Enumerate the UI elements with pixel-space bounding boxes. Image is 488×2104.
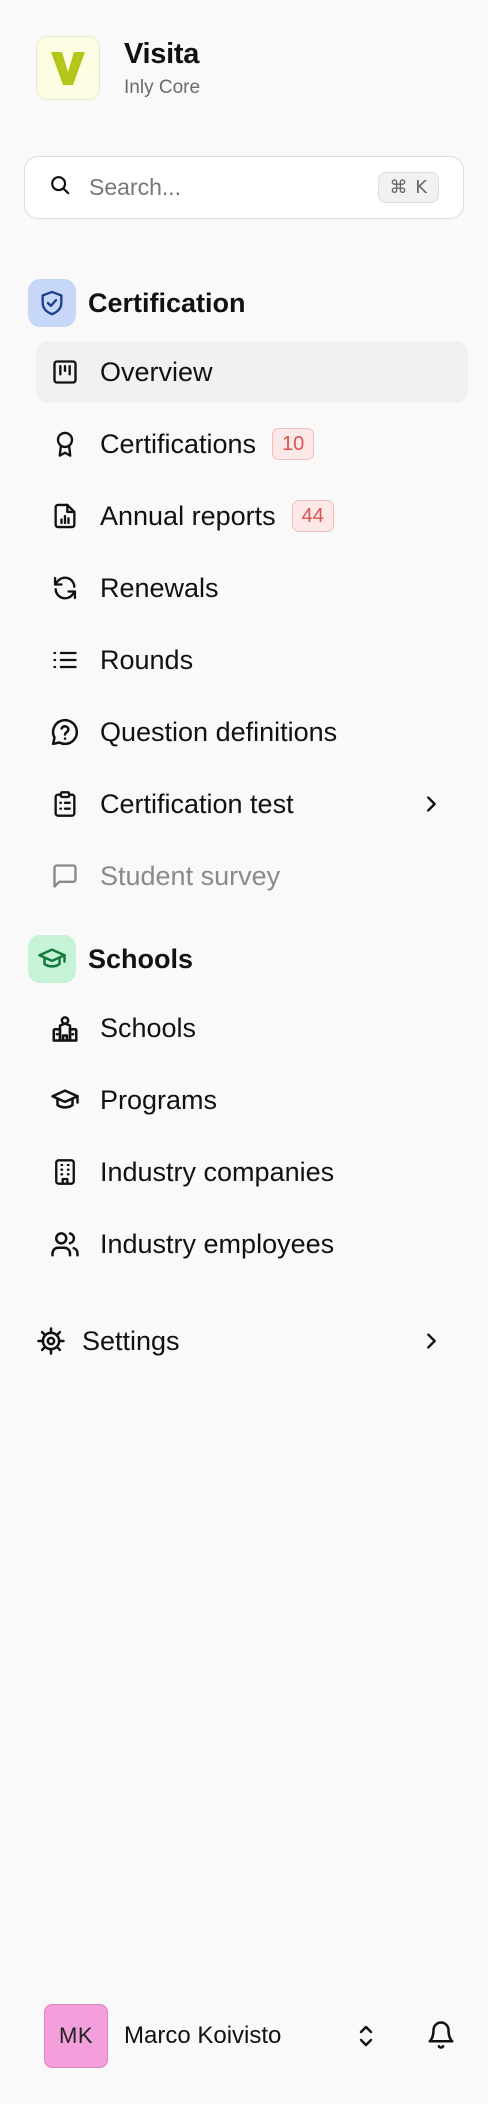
bell-icon[interactable] (424, 2018, 458, 2052)
nav-label: Student survey (100, 860, 281, 891)
nav-item-schools[interactable]: Schools (36, 997, 468, 1059)
brand-header[interactable]: Visita Inly Core (36, 36, 200, 100)
app-name: Visita (124, 37, 200, 70)
kanban-icon (50, 357, 80, 387)
nav-item-industry-companies[interactable]: Industry companies (36, 1141, 468, 1203)
nav-item-renewals[interactable]: Renewals (36, 557, 468, 619)
nav-label: Annual reports (100, 500, 276, 531)
nav-item-annual-reports[interactable]: Annual reports 44 (36, 485, 468, 547)
nav-item-question-definitions[interactable]: Question definitions (36, 701, 468, 763)
chevron-right-icon[interactable] (416, 789, 446, 819)
refresh-icon (50, 573, 80, 603)
nav-item-certifications[interactable]: Certifications 10 (36, 413, 468, 475)
app-subtitle: Inly Core (124, 76, 201, 98)
list-icon (50, 645, 80, 675)
award-icon (50, 429, 80, 459)
message-square-icon (50, 861, 80, 891)
nav-item-certification-test[interactable]: Certification test (36, 773, 468, 835)
graduation-cap-icon (28, 935, 76, 983)
users-icon (50, 1229, 80, 1259)
nav-item-programs[interactable]: Programs (36, 1069, 468, 1131)
nav-label: Certification test (100, 788, 294, 819)
nav-label: Programs (100, 1084, 218, 1115)
nav-label: Renewals (100, 572, 219, 603)
user-menu[interactable]: MK Marco Koivisto (44, 2004, 464, 2068)
nav-label: Industry companies (100, 1156, 335, 1187)
nav-label: Settings (82, 1325, 180, 1356)
chevrons-up-down-icon[interactable] (350, 2020, 382, 2052)
clipboard-icon (50, 789, 80, 819)
nav-item-rounds[interactable]: Rounds (36, 629, 468, 691)
section-schools: Schools (28, 935, 193, 983)
sidebar: Visita Inly Core ⌘ K Certification Ov (0, 0, 488, 2104)
section-title: Schools (88, 943, 194, 974)
nav-item-overview[interactable]: Overview (36, 341, 468, 403)
nav-label: Rounds (100, 644, 194, 675)
nav-item-student-survey[interactable]: Student survey (36, 845, 468, 907)
building-icon (50, 1157, 80, 1187)
search-input[interactable] (89, 174, 379, 201)
nav-label: Question definitions (100, 716, 338, 747)
avatar[interactable]: MK (44, 2004, 108, 2068)
search-icon (49, 174, 71, 201)
nav-label: Overview (100, 356, 213, 387)
school-icon (50, 1013, 80, 1043)
search-bar[interactable]: ⌘ K (24, 156, 464, 219)
graduation-cap-icon (50, 1085, 80, 1115)
gear-icon (36, 1326, 66, 1356)
chevron-right-icon[interactable] (416, 1326, 446, 1356)
shield-check-icon (28, 279, 76, 327)
app-logo (36, 36, 100, 100)
file-chart-icon (50, 501, 80, 531)
user-name: Marco Koivisto (124, 2022, 282, 2049)
nav-label: Certifications (100, 428, 257, 459)
nav-item-settings[interactable]: Settings (36, 1310, 468, 1372)
search-shortcut: ⌘ K (378, 172, 439, 203)
help-circle-icon (50, 717, 80, 747)
count-badge: 10 (272, 428, 315, 460)
nav-label: Schools (100, 1012, 197, 1043)
nav-item-industry-employees[interactable]: Industry employees (36, 1213, 468, 1275)
section-certification: Certification (28, 279, 246, 327)
count-badge: 44 (291, 500, 334, 532)
section-title: Certification (88, 287, 246, 318)
nav-label: Industry employees (100, 1228, 335, 1259)
